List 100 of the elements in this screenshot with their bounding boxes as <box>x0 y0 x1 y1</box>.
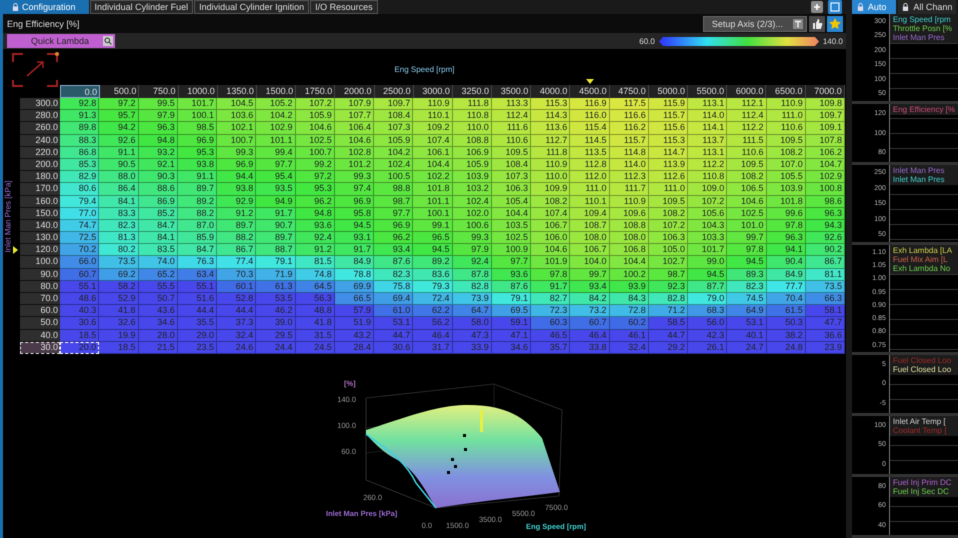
row-header[interactable]: 90.0 <box>20 268 60 281</box>
table-cell: 42.3 <box>688 330 728 342</box>
table-cell: 104.6 <box>296 122 335 135</box>
column-header[interactable]: 1000.0 <box>178 85 218 98</box>
column-header[interactable]: 3250.0 <box>452 85 492 98</box>
column-header[interactable]: 2000.0 <box>335 85 374 98</box>
quick-lambda-button[interactable]: Quick Lambda <box>7 34 116 48</box>
row-header[interactable]: 260.0 <box>20 122 60 135</box>
column-header[interactable]: 500.0 <box>100 85 140 98</box>
table-cell: 89.2 <box>413 256 452 269</box>
table-cell: 92.6 <box>806 232 845 244</box>
table-cell: 92.4 <box>452 256 492 269</box>
row-header[interactable]: 280.0 <box>20 110 60 122</box>
table-cell: 94.8 <box>296 208 335 220</box>
table-cell: 102.4 <box>374 158 414 172</box>
table-cell: 80.2 <box>99 244 138 256</box>
table-cell: 88.7 <box>256 244 296 256</box>
expand-icon[interactable] <box>11 52 59 88</box>
table-cell: 99.3 <box>217 146 256 159</box>
table-cell: 113.6 <box>531 122 570 135</box>
column-header[interactable]: 4000.0 <box>531 85 570 98</box>
row-header[interactable]: 200.0 <box>20 158 60 172</box>
row-header[interactable]: 150.0 <box>20 208 60 220</box>
column-header[interactable]: 5500.0 <box>688 85 728 98</box>
column-header[interactable]: 3500.0 <box>492 85 532 98</box>
row-header[interactable]: 30.0 <box>20 342 60 354</box>
table-cell: 112.4 <box>727 110 766 122</box>
table-cell: 110.8 <box>688 171 728 184</box>
column-header[interactable]: 3000.0 <box>414 85 453 98</box>
column-header[interactable]: 7000.0 <box>806 85 845 98</box>
table-cell: 102.5 <box>727 208 766 220</box>
table-cell: 84.1 <box>138 232 178 244</box>
table-cell: 106.5 <box>727 183 766 196</box>
table-cell: 24.8 <box>766 342 806 354</box>
table-cell: 106.3 <box>648 232 688 244</box>
tab[interactable]: Individual Cylinder Fuel <box>90 0 194 14</box>
window-icon[interactable] <box>828 0 842 14</box>
table-cell: 99.3 <box>334 171 374 184</box>
row-header[interactable]: 220.0 <box>20 146 60 159</box>
table-cell: 89.3 <box>727 268 766 281</box>
table-cell: 103.9 <box>452 171 492 184</box>
table-cell: 108.2 <box>766 146 806 159</box>
channel-label: Eng Speed [rpm <box>892 15 952 24</box>
table-cell: 109.5 <box>727 158 766 172</box>
row-header[interactable]: 180.0 <box>20 171 60 184</box>
row-header[interactable]: 300.0 <box>20 98 60 110</box>
row-header[interactable]: 160.0 <box>20 196 60 208</box>
column-header[interactable]: 2500.0 <box>374 85 414 98</box>
table-cell: 105.0 <box>648 244 688 256</box>
row-header[interactable]: 50.0 <box>20 317 60 330</box>
table-cell: 109.1 <box>806 122 845 135</box>
tab[interactable]: Individual Cylinder Ignition <box>194 0 310 14</box>
column-header[interactable]: 1500.0 <box>256 85 296 98</box>
star-icon[interactable] <box>826 16 843 32</box>
table-cell: 101.7 <box>178 98 217 110</box>
row-header[interactable]: 40.0 <box>20 330 60 342</box>
table-cell: 96.5 <box>413 232 452 244</box>
table-cell: 94.5 <box>413 244 452 256</box>
table-cell: 104.6 <box>727 196 766 208</box>
tab[interactable]: I/O Resources <box>310 0 378 14</box>
row-header[interactable]: 70.0 <box>20 293 60 306</box>
tab[interactable]: All Chann <box>898 0 956 14</box>
table-cell: 103.6 <box>217 110 256 122</box>
table-cell: 84.1 <box>99 196 138 208</box>
add-icon[interactable] <box>810 1 823 13</box>
table-cell: 51.9 <box>334 317 374 330</box>
table-cell: 93.8 <box>217 183 256 196</box>
column-header[interactable]: 6000.0 <box>727 85 766 98</box>
column-header[interactable]: 1750.0 <box>296 85 336 98</box>
tab[interactable]: Auto <box>852 0 896 14</box>
column-header[interactable]: 0.0 <box>60 85 100 98</box>
table-cell: 61.5 <box>766 305 806 318</box>
tab[interactable]: Configuration <box>3 0 89 14</box>
row-header[interactable]: 120.0 <box>20 244 60 256</box>
column-header[interactable]: 4500.0 <box>570 85 610 98</box>
table-cell: 116.6 <box>610 110 649 122</box>
row-header[interactable]: 130.0 <box>20 232 60 244</box>
table-cell: 102.0 <box>452 208 492 220</box>
table-cell: 101.9 <box>531 256 570 269</box>
table-cell: 105.2 <box>256 98 296 110</box>
row-header[interactable]: 80.0 <box>20 280 60 293</box>
table-cell: 44.7 <box>374 330 414 342</box>
table-cell: 112.2 <box>688 158 728 172</box>
column-header[interactable]: 1350.0 <box>218 85 257 98</box>
column-header[interactable]: 750.0 <box>139 85 179 98</box>
row-header[interactable]: 170.0 <box>20 183 60 196</box>
setup-axis-button[interactable]: Setup Axis (2/3)... <box>702 16 807 32</box>
column-header[interactable]: 6500.0 <box>766 85 806 98</box>
thumbs-up-icon[interactable] <box>808 16 825 32</box>
row-header[interactable]: 100.0 <box>20 256 60 269</box>
table-cell: 99.5 <box>138 98 178 110</box>
map-title: Eng Efficiency [%] <box>7 18 80 28</box>
column-header[interactable]: 5000.0 <box>648 85 688 98</box>
table-cell: 82.7 <box>531 293 570 306</box>
row-header[interactable]: 240.0 <box>20 134 60 147</box>
row-header[interactable]: 140.0 <box>20 220 60 232</box>
row-header[interactable]: 60.0 <box>20 305 60 318</box>
column-header[interactable]: 4750.0 <box>610 85 649 98</box>
table-cell: 89.7 <box>178 183 217 196</box>
table-cell: 111.0 <box>648 183 688 196</box>
